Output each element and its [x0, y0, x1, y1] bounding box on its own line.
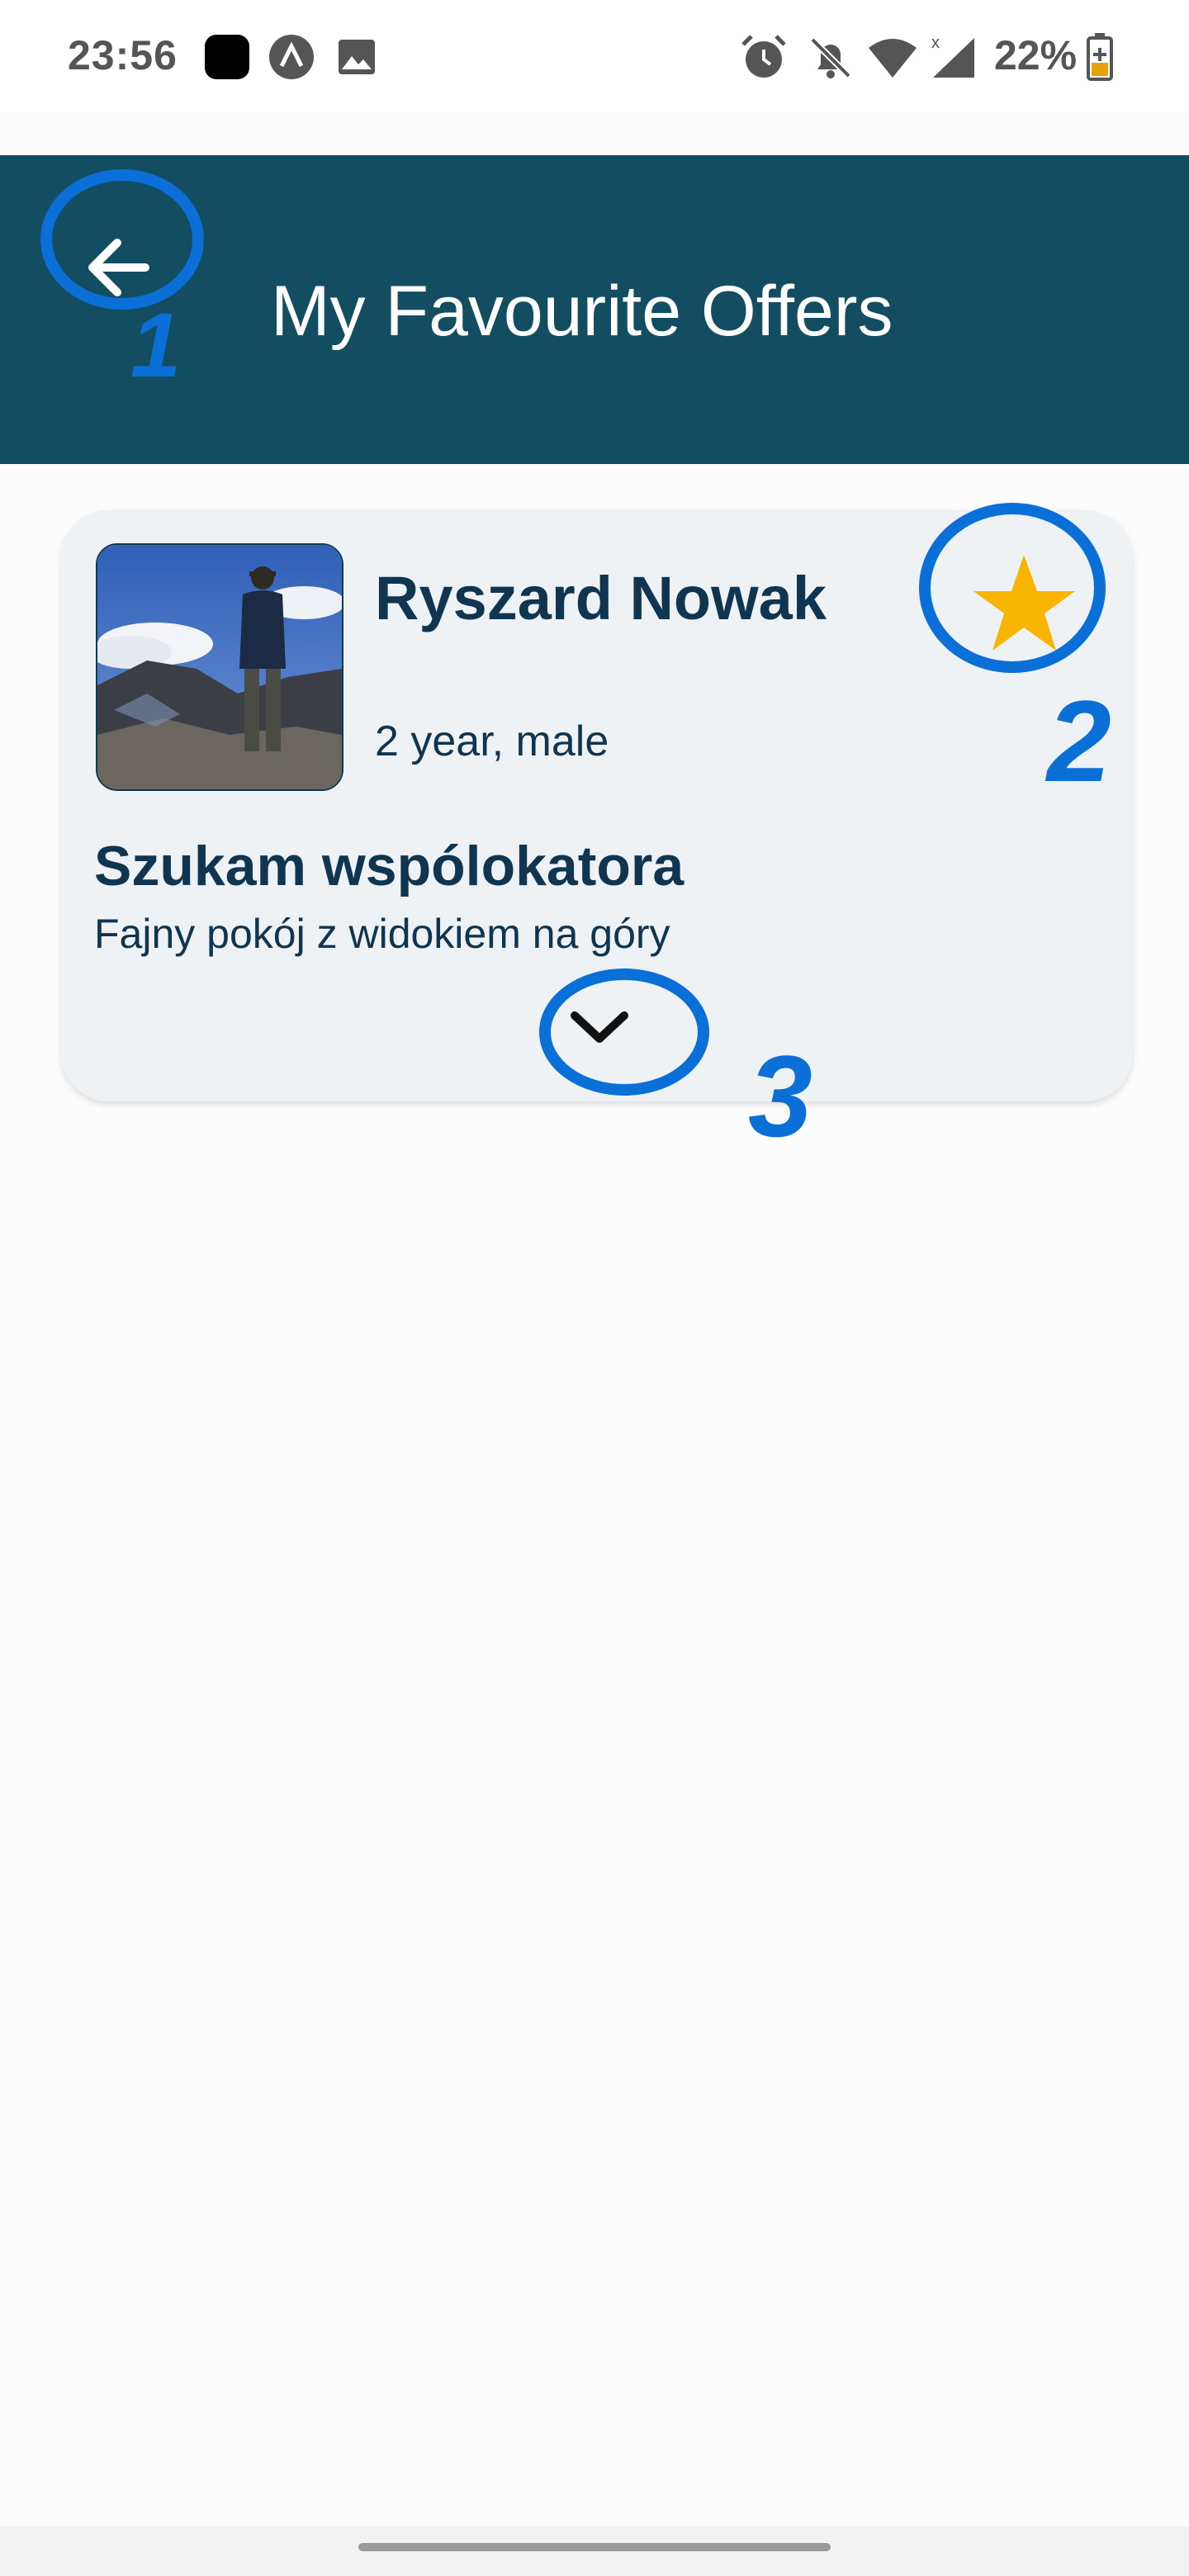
alarm-icon: [740, 33, 788, 85]
offer-title: Szukam wspólokatora: [94, 835, 685, 897]
offer-description: Fajny pokój z widokiem na góry: [94, 911, 670, 957]
bell-off-icon: [808, 35, 854, 85]
signal-icon: x: [928, 33, 979, 83]
image-icon: [337, 38, 377, 80]
wifi-icon: [867, 36, 918, 83]
star-icon: [973, 555, 1075, 651]
chevron-down-icon: [571, 1011, 628, 1043]
navigation-bar: [0, 2526, 1189, 2576]
favourite-button[interactable]: [921, 505, 1136, 720]
home-indicator[interactable]: [358, 2543, 831, 2551]
page-title: My Favourite Offers: [271, 272, 893, 351]
battery-percent: 22%: [994, 32, 1078, 78]
battery-charging-icon: [1087, 33, 1113, 85]
expo-icon: [268, 33, 315, 85]
svg-text:x: x: [931, 34, 940, 52]
app-bar: My Favourite Offers: [0, 155, 1189, 464]
status-time: 23:56: [68, 32, 178, 78]
app-icon: [203, 33, 251, 85]
back-button[interactable]: [66, 213, 173, 320]
person-name: Ryszard Nowak: [375, 564, 827, 632]
arrow-left-icon: [88, 239, 149, 296]
expand-button[interactable]: [550, 987, 649, 1067]
person-meta: 2 year, male: [375, 717, 609, 765]
avatar: [96, 543, 343, 791]
status-bar: 23:56 x 22%: [0, 0, 1189, 112]
